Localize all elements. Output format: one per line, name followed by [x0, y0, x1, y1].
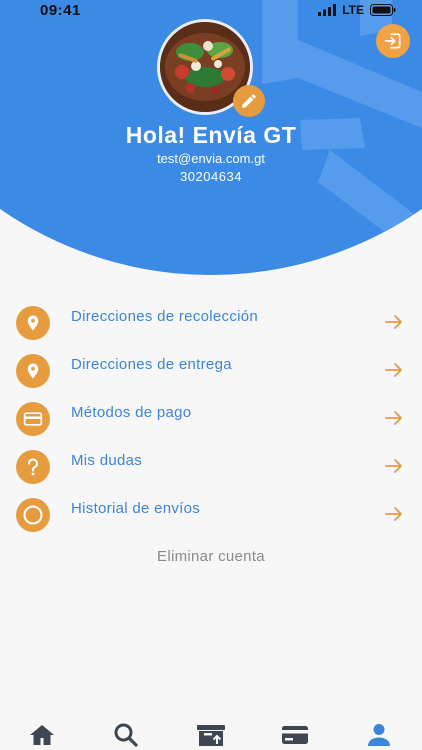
credit-card-icon: [16, 402, 50, 436]
arrow-right-icon: [385, 507, 402, 521]
package-upload-icon: [197, 725, 225, 746]
logout-button[interactable]: [376, 24, 410, 58]
profile-greeting: Hola! Envía GT: [125, 122, 297, 148]
menu-item-label: Direcciones de recolección: [71, 308, 259, 325]
question-icon: [16, 450, 50, 484]
profile-phone: 30204634: [180, 169, 242, 184]
bottom-tab-bar: [0, 712, 422, 750]
status-indicators: LTE: [318, 3, 396, 17]
battery-icon: [370, 4, 396, 16]
location-pin-icon: [16, 354, 50, 388]
menu-item-label: Mis dudas: [71, 452, 143, 469]
edit-avatar-button[interactable]: [233, 85, 265, 117]
pencil-icon: [242, 94, 256, 108]
menu-item-delivery-addresses[interactable]: Direcciones de entrega: [0, 346, 422, 394]
location-pin-icon: [16, 306, 50, 340]
menu-item-label: Direcciones de entrega: [71, 356, 232, 373]
menu-item-label: Historial de envíos: [71, 500, 201, 517]
menu-item-payment-methods[interactable]: Métodos de pago: [0, 394, 422, 442]
arrow-right-icon: [385, 459, 402, 473]
menu-item-shipping-history[interactable]: Historial de envíos: [0, 490, 422, 538]
menu-item-pickup-addresses[interactable]: Direcciones de recolección: [0, 298, 422, 346]
tab-payments[interactable]: [280, 722, 310, 748]
arrow-right-icon: [385, 411, 402, 425]
status-time: 09:41: [40, 2, 81, 19]
delete-account-button[interactable]: Eliminar cuenta: [0, 548, 422, 565]
search-icon: [114, 723, 138, 747]
home-icon: [30, 725, 54, 745]
arrow-right-icon: [385, 315, 402, 329]
arrow-right-icon: [385, 363, 402, 377]
menu-item-faq[interactable]: Mis dudas: [0, 442, 422, 490]
network-type: LTE: [342, 3, 364, 17]
menu-item-label: Métodos de pago: [71, 404, 192, 421]
payment-card-icon: [282, 726, 308, 744]
circle-icon: [16, 498, 50, 532]
profile-menu: Direcciones de recolección Direcciones d…: [0, 298, 422, 538]
profile-email: test@envia.com.gt: [157, 151, 265, 166]
profile-screen: 09:41 LTE Hola! Envía GT test@envia.com.…: [0, 0, 422, 750]
avatar-container: [157, 19, 265, 117]
tab-profile[interactable]: [364, 722, 394, 748]
tab-home[interactable]: [27, 722, 57, 748]
signal-icon: [318, 4, 337, 16]
tab-shipments[interactable]: [196, 722, 226, 748]
logout-icon: [384, 33, 401, 49]
user-icon: [368, 724, 390, 746]
tab-search[interactable]: [111, 722, 141, 748]
